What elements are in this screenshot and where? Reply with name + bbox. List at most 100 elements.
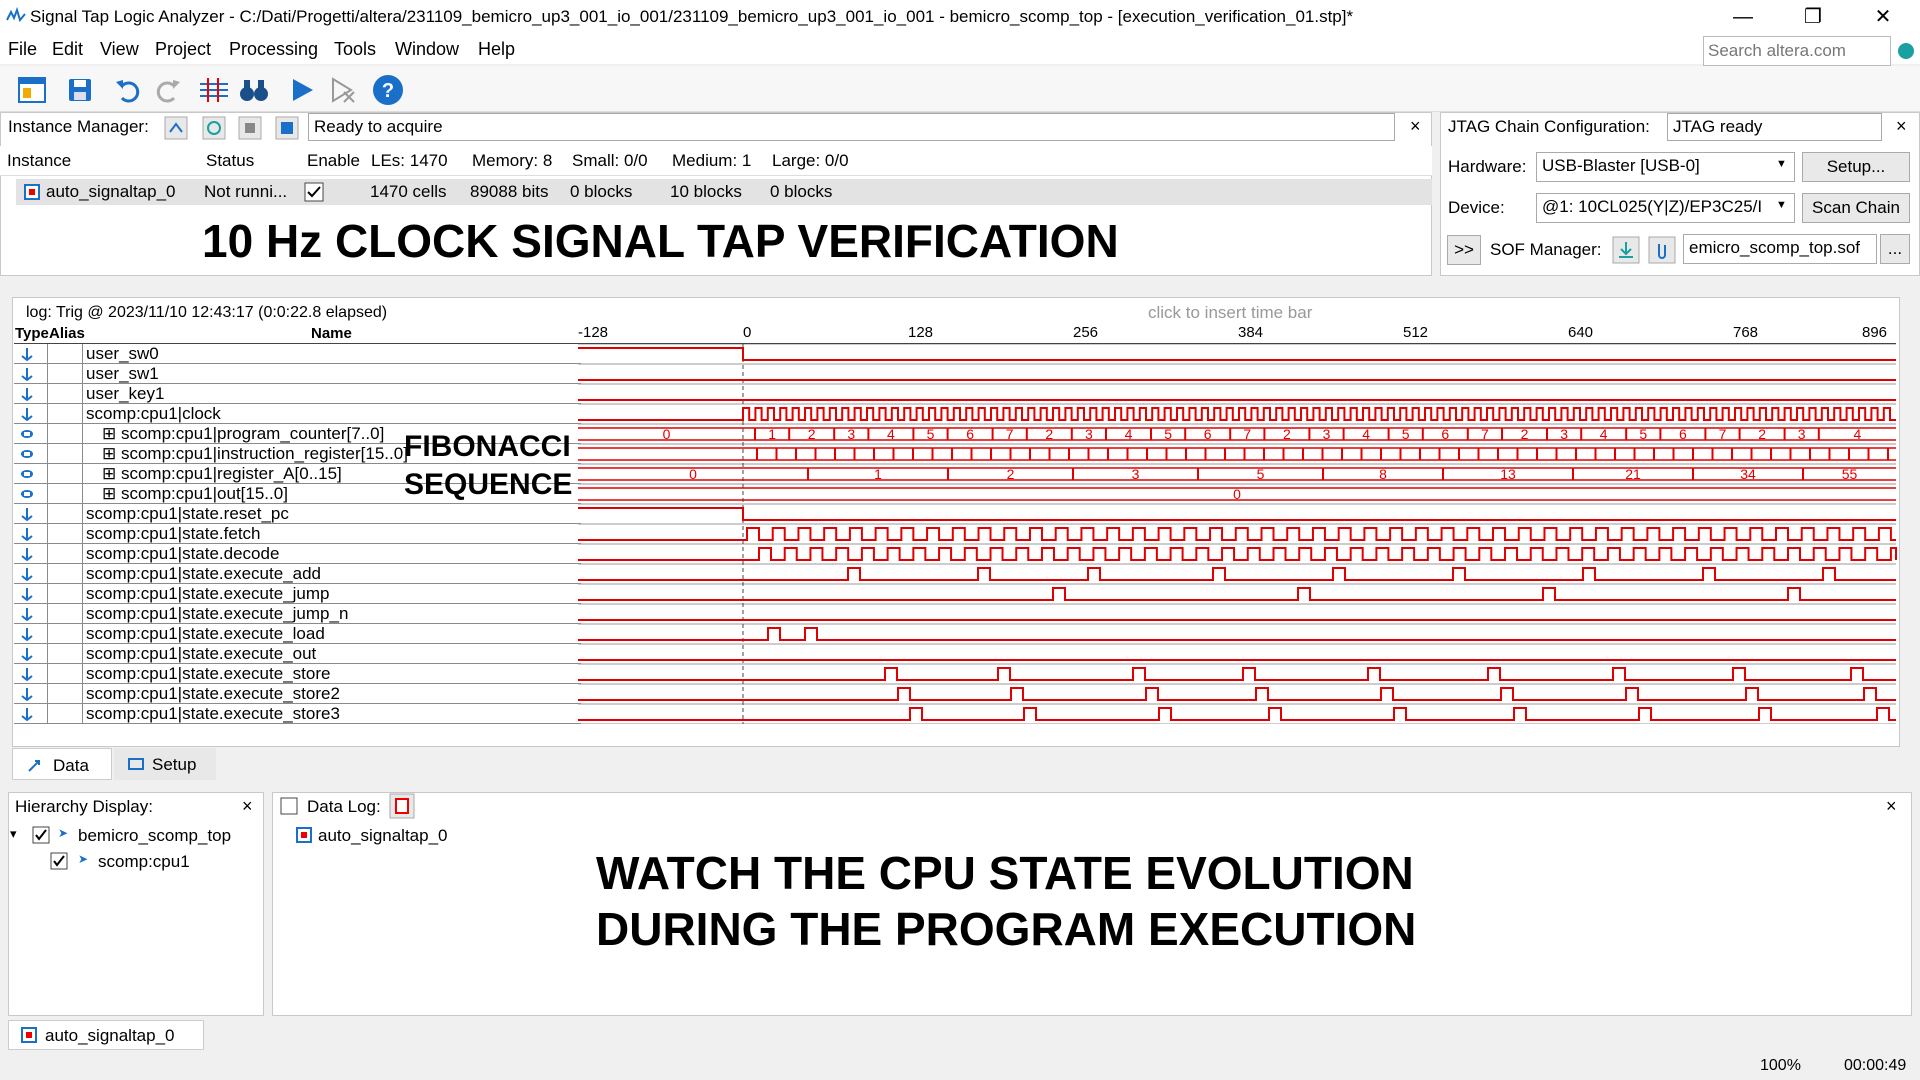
- setup-button[interactable]: Setup...: [1802, 152, 1910, 182]
- signal-row[interactable]: user_sw0: [14, 344, 581, 364]
- close-window-button[interactable]: ✕: [1853, 0, 1913, 34]
- bus-value-label: 3: [1560, 426, 1568, 442]
- data-log-export-icon[interactable]: [389, 793, 415, 819]
- attach-sof-icon[interactable]: [1648, 236, 1676, 264]
- signal-row[interactable]: scomp:cpu1|state.execute_jump_n: [14, 604, 581, 624]
- waveform-display[interactable]: 0 1 2 3 4 5 6 7 2 3 4 5 6 7 2 3 4 5 6 7 2 3 4 5 6 7 2 3 40 1 2 3 5 8 13 21 3…: [578, 344, 1898, 724]
- run-analysis-icon[interactable]: [286, 74, 318, 106]
- tab-data[interactable]: Data: [12, 748, 112, 780]
- binoculars-icon[interactable]: [238, 74, 270, 106]
- data-log-checkbox[interactable]: [280, 797, 298, 815]
- signal-name: scomp:cpu1|state.execute_out: [86, 644, 317, 663]
- menu-window[interactable]: Window: [395, 39, 459, 60]
- node-signal-icon: [21, 388, 33, 401]
- hardware-select[interactable]: USB-Blaster [USB-0]: [1536, 152, 1795, 182]
- autorun-icon[interactable]: [326, 74, 358, 106]
- hierarchy-top-checkbox[interactable]: [32, 826, 50, 844]
- menu-help[interactable]: Help: [478, 39, 515, 60]
- signal-row[interactable]: scomp:cpu1|state.execute_store2: [14, 684, 581, 704]
- hierarchy-item-cpu[interactable]: scomp:cpu1: [98, 852, 190, 872]
- insert-time-bar-hint[interactable]: click to insert time bar: [1148, 303, 1312, 323]
- sof-file-field[interactable]: emicro_scomp_top.sof: [1683, 234, 1877, 264]
- signal-tap-icon[interactable]: [198, 74, 230, 106]
- sof-browse-button[interactable]: ...: [1880, 234, 1910, 264]
- col-instance: Instance: [7, 151, 72, 170]
- close-hierarchy-icon[interactable]: ×: [242, 796, 253, 817]
- cpu-entity-icon: ➤: [78, 852, 89, 866]
- signal-row[interactable]: scomp:cpu1|state.execute_store3: [14, 704, 581, 724]
- hardware-dropdown-icon[interactable]: ▼: [1776, 158, 1787, 170]
- refresh-icon[interactable]: [202, 116, 226, 140]
- bus-value-label: 5: [927, 426, 935, 442]
- menu-tools[interactable]: Tools: [334, 39, 376, 60]
- signal-row[interactable]: user_key1: [14, 384, 581, 404]
- column-divider: [47, 624, 48, 644]
- column-divider: [82, 484, 83, 504]
- signal-row[interactable]: scomp:cpu1|state.execute_store: [14, 664, 581, 684]
- bus-value-label: 4: [1854, 426, 1862, 442]
- close-jtag-icon[interactable]: ×: [1896, 116, 1907, 137]
- close-data-log-icon[interactable]: ×: [1886, 796, 1897, 817]
- undo-icon[interactable]: [112, 74, 144, 106]
- menu-project[interactable]: Project: [155, 39, 211, 60]
- column-divider: [82, 704, 83, 724]
- help-icon[interactable]: ?: [372, 74, 404, 106]
- column-divider: [47, 424, 48, 444]
- menu-processing[interactable]: Processing: [229, 39, 318, 60]
- column-divider: [82, 404, 83, 424]
- save-icon[interactable]: [64, 74, 96, 106]
- program-device-icon[interactable]: [1612, 236, 1640, 264]
- column-divider: [47, 564, 48, 584]
- signal-row[interactable]: scomp:cpu1|state.execute_out: [14, 644, 581, 664]
- data-log-item[interactable]: auto_signaltap_0: [318, 826, 448, 846]
- scan-chain-button[interactable]: Scan Chain: [1802, 193, 1910, 223]
- bottom-instance-tab[interactable]: auto_signaltap_0: [8, 1020, 204, 1050]
- signal-trace: [578, 667, 1896, 681]
- bus-value-label: 2: [1045, 426, 1053, 442]
- node-signal-icon: [21, 408, 33, 421]
- column-divider: [47, 584, 48, 604]
- signal-name: user_sw1: [86, 364, 159, 383]
- signal-row[interactable]: scomp:cpu1|state.decode: [14, 544, 581, 564]
- enable-checkbox[interactable]: [304, 182, 324, 202]
- signal-row[interactable]: scomp:cpu1|clock: [14, 404, 581, 424]
- signal-row[interactable]: user_sw1: [14, 364, 581, 384]
- restore-button[interactable]: ❐: [1783, 0, 1843, 34]
- project-navigator-icon[interactable]: [16, 74, 48, 106]
- menu-view[interactable]: View: [100, 39, 139, 60]
- hierarchy-item-top[interactable]: bemicro_scomp_top: [78, 826, 231, 846]
- signal-row[interactable]: scomp:cpu1|state.fetch: [14, 524, 581, 544]
- watch-annotation-2: DURING THE PROGRAM EXECUTION: [596, 903, 1417, 955]
- redo-icon[interactable]: [152, 74, 184, 106]
- search-input[interactable]: Search altera.com: [1703, 36, 1891, 66]
- minimize-button[interactable]: —: [1713, 0, 1773, 34]
- column-divider: [82, 444, 83, 464]
- device-dropdown-icon[interactable]: ▼: [1776, 199, 1787, 211]
- signal-name: scomp:cpu1|state.execute_load: [86, 624, 325, 643]
- tab-setup[interactable]: Setup: [114, 748, 216, 780]
- device-select[interactable]: @1: 10CL025(Y|Z)/EP3C25/I: [1536, 193, 1795, 223]
- menu-file[interactable]: File: [8, 39, 37, 60]
- signal-row[interactable]: scomp:cpu1|state.execute_add: [14, 564, 581, 584]
- instance-memory: 89088 bits: [470, 182, 549, 201]
- read-data-icon[interactable]: [275, 116, 299, 140]
- hierarchy-cpu-checkbox[interactable]: [50, 852, 68, 870]
- column-divider: [47, 524, 48, 544]
- signal-row[interactable]: scomp:cpu1|state.execute_jump: [14, 584, 581, 604]
- stop-icon[interactable]: [238, 116, 262, 140]
- bus-value-label: 7: [1481, 426, 1489, 442]
- close-instance-icon[interactable]: ×: [1410, 116, 1421, 137]
- instance-detect-icon[interactable]: [164, 116, 188, 140]
- menu-edit[interactable]: Edit: [52, 39, 83, 60]
- fibonacci-annotation-1: FIBONACCI: [404, 430, 571, 463]
- collapse-tree-icon[interactable]: ▾: [10, 826, 17, 842]
- signal-row[interactable]: scomp:cpu1|state.reset_pc: [14, 504, 581, 524]
- signal-row[interactable]: scomp:cpu1|state.execute_load: [14, 624, 581, 644]
- globe-icon[interactable]: [1897, 42, 1915, 60]
- sof-expand-button[interactable]: >>: [1447, 235, 1481, 265]
- time-ruler[interactable]: -128 0 128 256 384 512 640 768 896: [578, 324, 1896, 344]
- signal-name: scomp:cpu1|state.execute_jump: [86, 584, 330, 603]
- column-divider: [47, 544, 48, 564]
- signal-name: scomp:cpu1|state.reset_pc: [86, 504, 289, 523]
- bus-value-label: 4: [1362, 426, 1370, 442]
